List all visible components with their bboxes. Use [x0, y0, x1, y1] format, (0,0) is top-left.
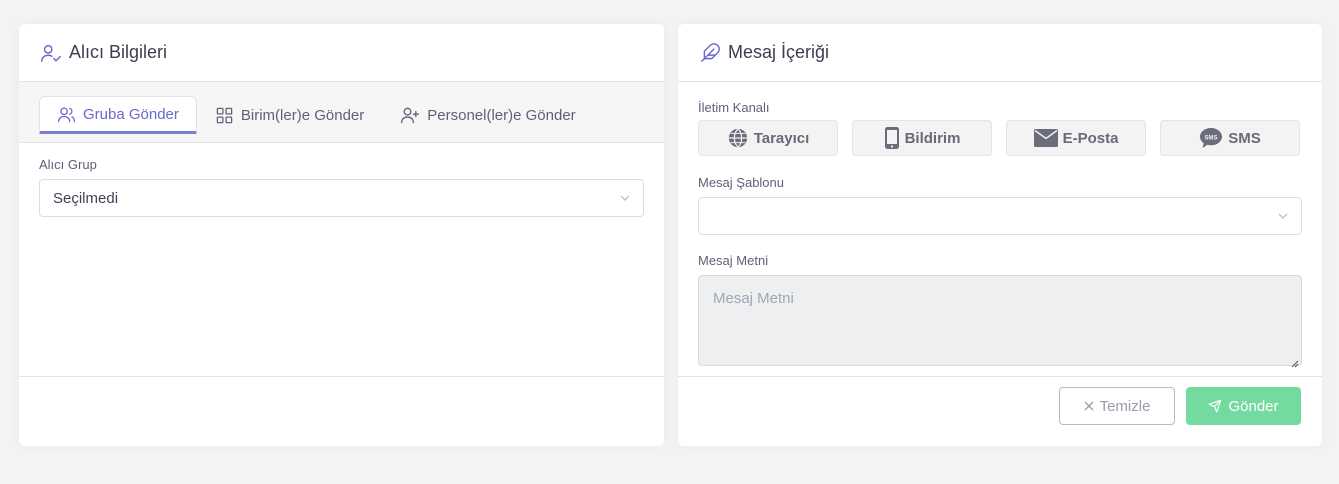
template-label: Mesaj Şablonu [698, 175, 784, 190]
message-text-placeholder: Mesaj Metni [713, 290, 794, 307]
tab-send-to-group[interactable]: Gruba Gönder [39, 96, 197, 134]
channel-label: Tarayıcı [753, 129, 810, 147]
user-plus-icon [400, 105, 420, 125]
channel-notification-button[interactable]: Bildirim [852, 120, 992, 156]
recipient-card-title: Alıcı Bilgileri [69, 42, 168, 62]
recipient-group-value: Seçilmedi [53, 189, 119, 207]
users-icon [57, 105, 76, 124]
channel-browser-button[interactable]: Tarayıcı [698, 120, 838, 156]
envelope-icon [1033, 129, 1058, 147]
mobile-icon [884, 126, 900, 150]
channel-label: SMS [1228, 129, 1261, 147]
template-field: Mesaj Şablonu [678, 175, 1322, 235]
send-button[interactable]: Gönder [1186, 387, 1301, 425]
send-icon [1208, 399, 1222, 413]
recipient-card-header: Alıcı Bilgileri [19, 24, 664, 82]
svg-text:SMS: SMS [1205, 135, 1218, 141]
message-card-title: Mesaj İçeriği [728, 42, 830, 62]
message-text-area[interactable]: Mesaj Metni [698, 275, 1302, 368]
recipient-card: Alıcı Bilgileri Gruba Gönder Birim(ler)e… [19, 24, 664, 446]
message-card: Mesaj İçeriği İletim Kanalı Tarayıcı Bil… [678, 24, 1322, 446]
channel-label: İletim Kanalı [698, 100, 770, 115]
recipient-group-field: Alıcı Grup Seçilmedi [19, 157, 664, 217]
recipient-tabs: Gruba Gönder Birim(ler)e Gönder Personel… [19, 82, 664, 143]
channel-sms-button[interactable]: SMS SMS [1160, 120, 1300, 156]
user-check-icon [39, 41, 63, 65]
card-footer-divider [678, 376, 1322, 377]
recipient-group-select[interactable]: Seçilmedi [39, 179, 644, 217]
channel-buttons: Tarayıcı Bildirim E-Posta SMS SMS [678, 120, 1322, 156]
close-icon [1084, 401, 1094, 411]
globe-icon [727, 127, 749, 149]
message-text-field: Mesaj Metni Mesaj Metni [678, 253, 1322, 368]
channel-label: E-Posta [1062, 129, 1119, 147]
clear-button[interactable]: Temizle [1059, 387, 1175, 425]
grid-icon [215, 106, 234, 125]
clear-button-label: Temizle [1099, 397, 1151, 415]
chevron-down-icon [1278, 211, 1288, 222]
tab-label: Gruba Gönder [83, 105, 179, 123]
card-footer-divider [19, 376, 664, 377]
message-text-label: Mesaj Metni [698, 253, 769, 268]
feather-icon [698, 41, 722, 65]
resize-handle-icon[interactable] [1291, 355, 1299, 368]
tab-send-to-units[interactable]: Birim(ler)e Gönder [201, 96, 382, 134]
send-button-label: Gönder [1228, 397, 1279, 415]
channel-email-button[interactable]: E-Posta [1006, 120, 1146, 156]
message-card-header: Mesaj İçeriği [678, 24, 1322, 82]
tab-send-to-personnel[interactable]: Personel(ler)e Gönder [386, 96, 593, 134]
channel-label: Bildirim [904, 129, 961, 147]
channel-field: İletim Kanalı [678, 100, 1322, 115]
recipient-group-label: Alıcı Grup [39, 157, 97, 172]
sms-icon: SMS [1199, 127, 1223, 149]
template-select[interactable] [698, 197, 1302, 235]
tab-label: Personel(ler)e Gönder [427, 106, 576, 124]
chevron-down-icon [620, 193, 630, 204]
tab-label: Birim(ler)e Gönder [240, 106, 365, 124]
